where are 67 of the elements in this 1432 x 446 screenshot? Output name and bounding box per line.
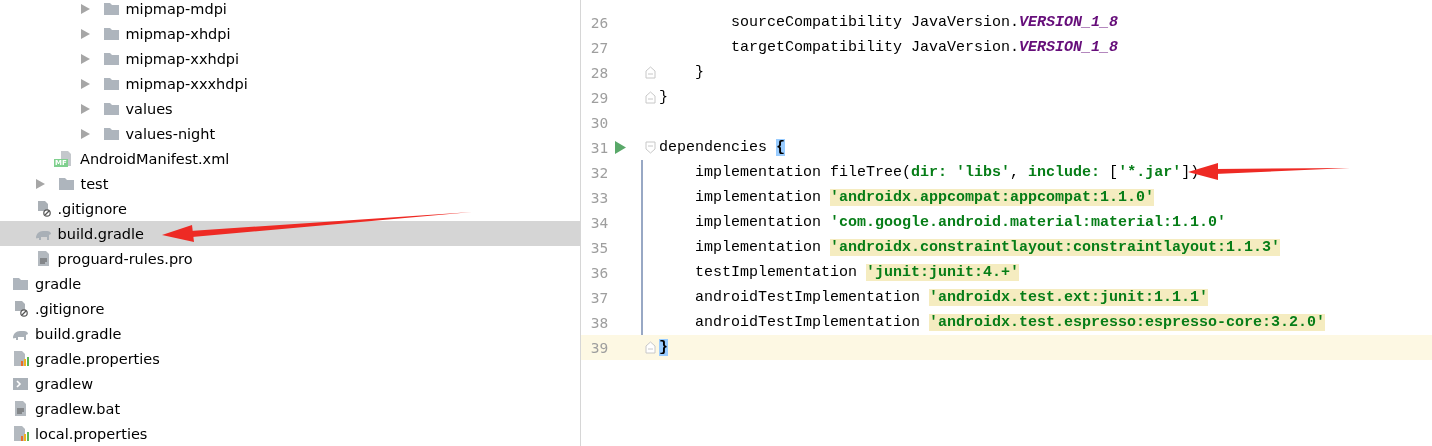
folder-icon <box>102 125 120 142</box>
line-number: 35 <box>589 239 609 256</box>
tree-item[interactable]: proguard-rules.pro <box>0 246 580 271</box>
code-line: } <box>658 89 668 106</box>
code-line: implementation 'androidx.constraintlayout:constraintlayout:1.1.3' <box>694 239 1281 256</box>
tree-item[interactable]: values <box>0 96 580 121</box>
tree-item[interactable]: mipmap-xxxhdpi <box>0 71 580 96</box>
fold-icon[interactable] <box>644 141 656 154</box>
line-number: 37 <box>589 289 609 306</box>
tree-item[interactable]: mipmap-xhdpi <box>0 21 580 46</box>
tree-item[interactable]: build.gradle <box>0 321 580 346</box>
text-file-icon <box>12 400 29 417</box>
code-line: androidTestImplementation 'androidx.test.espresso:espresso-core:3.2.0' <box>694 314 1326 331</box>
code-line: testImplementation 'junit:junit:4.+' <box>694 264 1020 281</box>
properties-file-icon <box>12 425 29 442</box>
tree-item[interactable]: test <box>0 171 580 196</box>
tree-item[interactable]: local.properties <box>0 421 580 446</box>
tree-item[interactable]: mipmap-xxhdpi <box>0 46 580 71</box>
properties-file-icon <box>12 350 29 367</box>
tree-item[interactable]: mipmap-mdpi <box>0 0 580 21</box>
line-number: 33 <box>589 189 609 206</box>
line-number: 26 <box>589 14 609 31</box>
run-icon[interactable] <box>615 141 627 154</box>
line-number: 34 <box>589 214 609 231</box>
tree-item[interactable]: .gitignore <box>0 296 580 321</box>
line-number: 29 <box>589 89 609 106</box>
expand-arrow-icon[interactable] <box>79 102 91 115</box>
expand-arrow-icon[interactable] <box>79 77 91 90</box>
terminal-icon <box>12 375 29 392</box>
folder-icon <box>102 75 120 92</box>
tree-item[interactable]: gradlew <box>0 371 580 396</box>
expand-arrow-icon[interactable] <box>79 27 91 40</box>
fold-icon[interactable] <box>644 66 656 79</box>
line-number: 30 <box>589 114 609 131</box>
code-line: androidTestImplementation 'androidx.test.ext:junit:1.1.1' <box>694 289 1209 306</box>
expand-arrow-icon[interactable] <box>79 127 91 140</box>
tree-item[interactable]: build.gradle <box>0 221 580 246</box>
folder-icon <box>102 100 120 117</box>
tree-item[interactable]: gradle.properties <box>0 346 580 371</box>
tree-item[interactable]: gradlew.bat <box>0 396 580 421</box>
line-number: 27 <box>589 39 609 56</box>
tree-item[interactable]: .gitignore <box>0 196 580 221</box>
folder-icon <box>102 0 120 17</box>
folder-icon <box>102 25 120 42</box>
code-line: sourceCompatibility JavaVersion.VERSION_1_8 <box>730 14 1119 31</box>
code-line: implementation 'androidx.appcompat:appcompat:1.1.0' <box>694 189 1155 206</box>
tree-item[interactable]: gradle <box>0 271 580 296</box>
code-line: dependencies { <box>658 139 786 156</box>
expand-arrow-icon[interactable] <box>79 2 91 15</box>
tree-item[interactable]: values-night <box>0 121 580 146</box>
code-line: } <box>694 64 704 81</box>
folder-icon <box>12 275 29 292</box>
expand-arrow-icon[interactable] <box>34 177 46 190</box>
folder-icon <box>57 175 75 192</box>
line-number: 28 <box>589 64 609 81</box>
folder-icon <box>102 50 120 67</box>
line-number: 36 <box>589 264 609 281</box>
code-line: implementation 'com.google.android.material:material:1.1.0' <box>694 214 1227 231</box>
code-line: targetCompatibility JavaVersion.VERSION_1_8 <box>730 39 1119 56</box>
expand-arrow-icon[interactable] <box>79 52 91 65</box>
line-number: 32 <box>589 164 609 181</box>
line-number: 39 <box>589 339 609 356</box>
fold-icon[interactable] <box>644 341 656 354</box>
ignored-file-icon <box>12 300 29 317</box>
line-number: 38 <box>589 314 609 331</box>
fold-icon[interactable] <box>644 91 656 104</box>
line-number: 31 <box>589 139 609 156</box>
